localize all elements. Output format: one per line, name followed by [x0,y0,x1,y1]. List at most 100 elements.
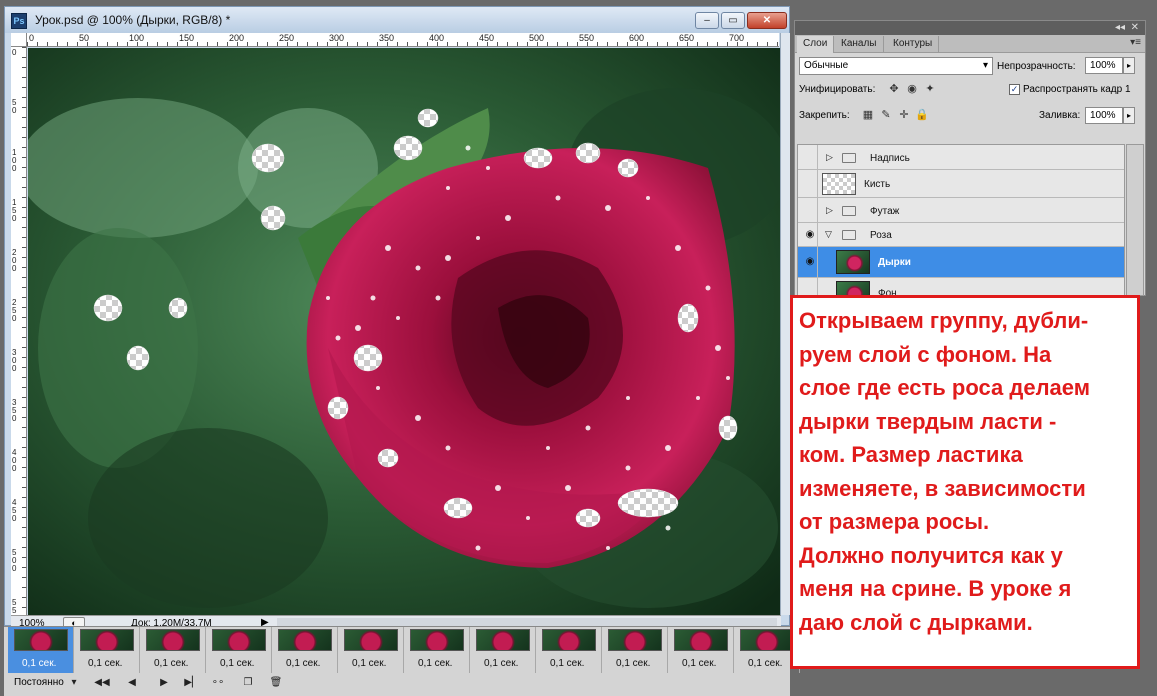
unify-style-icon[interactable]: ✦ [923,82,937,96]
lock-pixels-icon[interactable]: ✎ [879,108,893,122]
fill-label: Заливка: [1039,110,1081,121]
play-icon[interactable]: ▶ [156,676,172,690]
animation-frame[interactable]: 0,1 сек. [140,627,206,673]
frame-delay[interactable]: 0,1 сек. [88,658,122,669]
frame-thumbnail [212,629,266,651]
ruler-v-tick: 200 [12,248,17,273]
unify-visibility-icon[interactable]: ◉ [905,82,919,96]
opacity-field[interactable]: 100% [1085,57,1123,74]
lock-transparency-icon[interactable]: ▦ [861,108,875,122]
first-frame-icon[interactable]: ◀◀ [94,676,110,690]
frame-delay[interactable]: 0,1 сек. [616,658,650,669]
frame-delay[interactable]: 0,1 сек. [220,658,254,669]
tab-paths[interactable]: Контуры [887,36,940,53]
frame-delay[interactable]: 0,1 сек. [352,658,386,669]
image-canvas[interactable] [28,48,780,615]
animation-frame[interactable]: 0,1 сек. [470,627,536,673]
tween-icon[interactable]: ∘∘ [210,676,226,690]
ruler-h-tick: 700 [729,33,745,43]
loop-dropdown-icon[interactable]: ▾ [66,676,82,690]
ruler-h-tick: 600 [629,33,645,43]
animation-frame[interactable]: 0,1 сек. [536,627,602,673]
tab-layers[interactable]: Слои [797,36,835,53]
restore-button[interactable]: ▭ [721,12,745,29]
trash-icon[interactable]: 🗑 [268,676,284,690]
panel-close-icon[interactable]: ✕ [1131,21,1139,35]
next-frame-icon[interactable]: ▶▏ [184,676,200,690]
layer-name: Футаж [870,206,900,217]
ruler-v-tick: 300 [12,348,17,373]
layer-name: Надпись [870,153,910,164]
frame-delay[interactable]: 0,1 сек. [286,658,320,669]
frame-delay[interactable]: 0,1 сек. [22,658,56,669]
frame-delay[interactable]: 0,1 сек. [484,658,518,669]
previous-frame-icon[interactable]: ◀ [124,676,140,690]
loop-option[interactable]: Постоянно [14,677,64,688]
document-title: Урок.psd @ 100% (Дырки, RGB/8) * [35,13,231,27]
ruler-v-tick: 450 [12,498,17,523]
frame-delay[interactable]: 0,1 сек. [748,658,782,669]
propagate-frame-label: Распространять кадр 1 [1023,84,1131,95]
layer-row-fon[interactable]: Фон [798,278,1124,295]
animation-frame[interactable]: 0,1 сек. [668,627,734,673]
horizontal-ruler[interactable]: 0 50 100 150 200 250 300 350 400 450 500 550 600 650 7… [27,33,779,47]
layer-row-roza[interactable]: ◉ ▽ Роза [798,223,1124,247]
visibility-toggle[interactable]: ◉ [800,223,818,246]
close-button[interactable]: ✕ [747,12,787,29]
collapse-panel-icon[interactable]: ◂◂ [1115,21,1125,35]
layer-row-nadpis[interactable]: ▷ Надпись [798,145,1124,170]
frame-thumbnail [476,629,530,651]
fill-field[interactable]: 100% [1085,107,1123,124]
animation-frames: 0,1 сек. 0,1 сек. 0,1 сек. 0,1 сек. 0,1 сек.… [8,627,800,673]
animation-frame[interactable]: 0,1 сек. [338,627,404,673]
visibility-toggle[interactable] [800,170,818,197]
eye-icon[interactable]: ◉ [804,230,816,240]
layers-scrollbar[interactable] [1126,144,1144,296]
animation-frame[interactable]: 0,1 сек. [602,627,668,673]
opacity-slider-arrow-icon[interactable]: ▸ [1123,57,1135,74]
animation-frame[interactable]: 0,1 сек. [74,627,140,673]
frame-thumbnail [410,629,464,651]
visibility-toggle[interactable]: ◉ [800,247,818,277]
frame-thumbnail [542,629,596,651]
eye-icon[interactable]: ◉ [804,257,816,267]
panel-dock-bar[interactable]: ◂◂ ✕ [795,21,1145,35]
visibility-toggle[interactable] [800,145,818,169]
layer-row-kist[interactable]: Кисть [798,170,1124,198]
visibility-toggle[interactable] [800,198,818,222]
frame-delay[interactable]: 0,1 сек. [682,658,716,669]
fill-slider-arrow-icon[interactable]: ▸ [1123,107,1135,124]
unify-position-icon[interactable]: ✥ [887,82,901,96]
expand-triangle-icon[interactable]: ▷ [826,152,833,163]
layer-row-futazh[interactable]: ▷ Футаж [798,198,1124,223]
vertical-scrollbar[interactable] [780,33,790,615]
minimize-button[interactable]: – [695,12,719,29]
animation-frame[interactable]: 0,1 сек. [8,627,74,673]
lock-position-icon[interactable]: ✛ [897,108,911,122]
document-titlebar[interactable]: Ps Урок.psd @ 100% (Дырки, RGB/8) * – ▭ … [5,7,789,33]
ruler-corner[interactable] [11,33,27,47]
propagate-frame-checkbox[interactable]: ✓ [1009,84,1020,95]
ruler-h-tick: 550 [579,33,595,43]
lock-all-icon[interactable]: 🔒 [915,108,929,122]
expand-triangle-icon[interactable]: ▷ [826,205,833,216]
frame-delay[interactable]: 0,1 сек. [418,658,452,669]
animation-frame[interactable]: 0,1 сек. [404,627,470,673]
ruler-h-tick: 100 [129,33,145,43]
frame-delay[interactable]: 0,1 сек. [154,658,188,669]
blend-mode-select[interactable]: Обычные ▾ [799,57,993,75]
frame-thumbnail [80,629,134,651]
collapse-triangle-icon[interactable]: ▽ [825,229,832,240]
tab-channels[interactable]: Каналы [835,36,884,53]
animation-frame[interactable]: 0,1 сек. [206,627,272,673]
ruler-h-tick: 250 [279,33,295,43]
frame-delay[interactable]: 0,1 сек. [550,658,584,669]
panel-menu-icon[interactable]: ▾≡ [1130,37,1141,48]
layer-row-dyrki[interactable]: ◉ Дырки [798,247,1124,278]
duplicate-frame-icon[interactable]: ❐ [240,676,256,690]
animation-frame[interactable]: 0,1 сек. [272,627,338,673]
visibility-toggle[interactable] [800,278,818,295]
vertical-ruler[interactable]: 050100150200250300350400450500550 [11,47,27,623]
unify-label: Унифицировать: [799,84,876,95]
layers-panel: ◂◂ ✕ Слои Каналы Контуры ▾≡ Обычные ▾ Не… [794,20,1146,296]
